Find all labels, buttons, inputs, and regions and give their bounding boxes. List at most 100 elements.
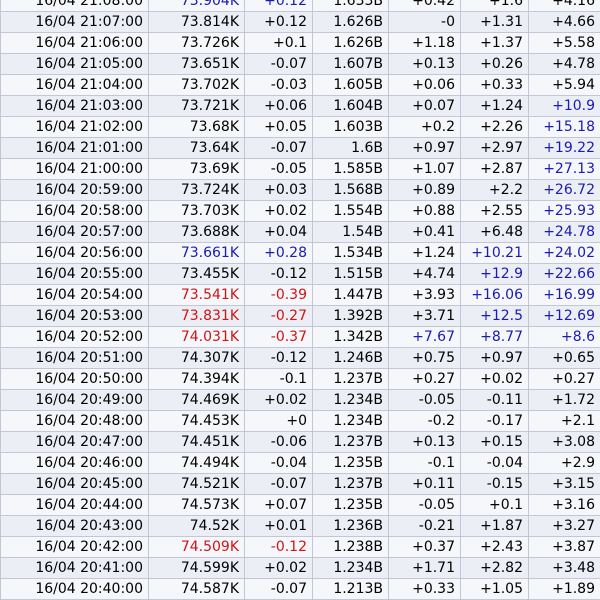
table-row[interactable]: 16/04 20:59:00 73.724K +0.03 1.568B +0.89 +2.… [0, 179, 600, 201]
table-row[interactable]: 16/04 21:08:00 73.904K +0.12 1.633B +0.42 +1.… [0, 0, 600, 12]
table-row[interactable]: 16/04 20:42:00 74.509K -0.12 1.238B +0.37 +2.… [0, 536, 600, 558]
cell-price: 74.509K [148, 536, 245, 558]
cell-timestamp: 16/04 20:59:00 [0, 179, 149, 201]
cell-col6: +2.97 [460, 137, 529, 159]
cell-col7: +22.66 [528, 263, 600, 285]
cell-col5: -0.05 [388, 494, 461, 516]
table-row[interactable]: 16/04 20:47:00 74.451K -0.06 1.237B +0.13 +0.… [0, 431, 600, 453]
cell-timestamp: 16/04 20:56:00 [0, 242, 149, 264]
cell-col6: +1.6 [460, 0, 529, 12]
table-row[interactable]: 16/04 20:54:00 73.541K -0.39 1.447B +3.93 +16… [0, 284, 600, 306]
cell-volume: 1.626B [312, 11, 389, 33]
cell-change: +0.02 [244, 200, 313, 222]
cell-price: 74.587K [148, 578, 245, 600]
cell-col5: -0.21 [388, 515, 461, 537]
cell-price: 74.394K [148, 368, 245, 390]
table-row[interactable]: 16/04 20:43:00 74.52K +0.01 1.236B -0.21 +1.8… [0, 515, 600, 537]
cell-change: -0.07 [244, 137, 313, 159]
cell-price: 74.451K [148, 431, 245, 453]
cell-volume: 1.607B [312, 53, 389, 75]
cell-change: +0.28 [244, 242, 313, 264]
table-row[interactable]: 16/04 20:53:00 73.831K -0.27 1.392B +3.71 +12… [0, 305, 600, 327]
cell-col5: +0.42 [388, 0, 461, 12]
cell-volume: 1.213B [312, 578, 389, 600]
cell-col6: +2.82 [460, 557, 529, 579]
cell-col7: +8.6 [528, 326, 600, 348]
cell-volume: 1.237B [312, 368, 389, 390]
table-row[interactable]: 16/04 20:57:00 73.688K +0.04 1.54B +0.41 +6.4… [0, 221, 600, 243]
cell-volume: 1.238B [312, 536, 389, 558]
cell-volume: 1.234B [312, 389, 389, 411]
cell-change: -0.05 [244, 158, 313, 180]
cell-timestamp: 16/04 20:51:00 [0, 347, 149, 369]
cell-timestamp: 16/04 20:52:00 [0, 326, 149, 348]
cell-price: 73.904K [148, 0, 245, 12]
cell-timestamp: 16/04 21:01:00 [0, 137, 149, 159]
cell-price: 73.64K [148, 137, 245, 159]
cell-col6: +1.87 [460, 515, 529, 537]
cell-change: -0.06 [244, 431, 313, 453]
cell-price: 73.703K [148, 200, 245, 222]
cell-col7: +25.93 [528, 200, 600, 222]
table-row[interactable]: 16/04 20:50:00 74.394K -0.1 1.237B +0.27 +0.0… [0, 368, 600, 390]
table-row[interactable]: 16/04 20:45:00 74.521K -0.07 1.237B +0.11 -0.… [0, 473, 600, 495]
cell-col6: +2.2 [460, 179, 529, 201]
table-row[interactable]: 16/04 20:49:00 74.469K +0.02 1.234B -0.05 -0.… [0, 389, 600, 411]
cell-change: -0.07 [244, 473, 313, 495]
cell-volume: 1.626B [312, 32, 389, 54]
table-row[interactable]: 16/04 21:06:00 73.726K +0.1 1.626B +1.18 +1.3… [0, 32, 600, 54]
cell-col6: -0.15 [460, 473, 529, 495]
table-row[interactable]: 16/04 20:52:00 74.031K -0.37 1.342B +7.67 +8.… [0, 326, 600, 348]
table-row[interactable]: 16/04 20:55:00 73.455K -0.12 1.515B +4.74 +12… [0, 263, 600, 285]
table-row[interactable]: 16/04 20:58:00 73.703K +0.02 1.554B +0.88 +2.… [0, 200, 600, 222]
cell-col7: +3.27 [528, 515, 600, 537]
cell-change: +0.03 [244, 179, 313, 201]
cell-price: 73.831K [148, 305, 245, 327]
table-row[interactable]: 16/04 21:00:00 73.69K -0.05 1.585B +1.07 +2.8… [0, 158, 600, 180]
cell-col7: +2.9 [528, 452, 600, 474]
table-row[interactable]: 16/04 20:41:00 74.599K +0.02 1.234B +1.71 +2.… [0, 557, 600, 579]
cell-col7: +27.13 [528, 158, 600, 180]
cell-col7: +3.16 [528, 494, 600, 516]
cell-col5: +0.33 [388, 578, 461, 600]
table-row[interactable]: 16/04 21:03:00 73.721K +0.06 1.604B +0.07 +1.… [0, 95, 600, 117]
table-row[interactable]: 16/04 20:48:00 74.453K +0 1.234B -0.2 -0.17 +2… [0, 410, 600, 432]
cell-change: +0.12 [244, 11, 313, 33]
cell-change: +0.05 [244, 116, 313, 138]
cell-col7: +4.66 [528, 11, 600, 33]
cell-col6: +0.1 [460, 494, 529, 516]
cell-col7: +2.1 [528, 410, 600, 432]
cell-col5: +0.89 [388, 179, 461, 201]
cell-volume: 1.237B [312, 473, 389, 495]
table-row[interactable]: 16/04 20:56:00 73.661K +0.28 1.534B +1.24 +10… [0, 242, 600, 264]
table-row[interactable]: 16/04 21:04:00 73.702K -0.03 1.605B +0.06 +0.… [0, 74, 600, 96]
table-row[interactable]: 16/04 20:46:00 74.494K -0.04 1.235B -0.1 -0.0… [0, 452, 600, 474]
cell-col6: +1.05 [460, 578, 529, 600]
cell-volume: 1.235B [312, 452, 389, 474]
table-row[interactable]: 16/04 20:44:00 74.573K +0.07 1.235B -0.05 +0.… [0, 494, 600, 516]
cell-col6: +1.24 [460, 95, 529, 117]
table-row[interactable]: 16/04 20:40:00 74.587K -0.07 1.213B +0.33 +1.… [0, 578, 600, 600]
cell-col7: +5.58 [528, 32, 600, 54]
cell-volume: 1.554B [312, 200, 389, 222]
cell-col7: +3.15 [528, 473, 600, 495]
cell-volume: 1.234B [312, 410, 389, 432]
table-row[interactable]: 16/04 20:51:00 74.307K -0.12 1.246B +0.75 +0.… [0, 347, 600, 369]
table-row[interactable]: 16/04 21:02:00 73.68K +0.05 1.603B +0.2 +2.26… [0, 116, 600, 138]
cell-timestamp: 16/04 21:05:00 [0, 53, 149, 75]
table-row[interactable]: 16/04 21:05:00 73.651K -0.07 1.607B +0.13 +0.… [0, 53, 600, 75]
cell-col6: +0.97 [460, 347, 529, 369]
cell-col6: -0.17 [460, 410, 529, 432]
cell-price: 74.307K [148, 347, 245, 369]
cell-col7: +5.94 [528, 74, 600, 96]
table-row[interactable]: 16/04 21:07:00 73.814K +0.12 1.626B -0 +1.31 +… [0, 11, 600, 33]
cell-volume: 1.236B [312, 515, 389, 537]
cell-change: -0.12 [244, 263, 313, 285]
cell-col6: -0.11 [460, 389, 529, 411]
cell-price: 73.69K [148, 158, 245, 180]
cell-price: 74.453K [148, 410, 245, 432]
cell-timestamp: 16/04 20:43:00 [0, 515, 149, 537]
cell-col6: +2.87 [460, 158, 529, 180]
cell-timestamp: 16/04 20:45:00 [0, 473, 149, 495]
table-row[interactable]: 16/04 21:01:00 73.64K -0.07 1.6B +0.97 +2.97 +… [0, 137, 600, 159]
